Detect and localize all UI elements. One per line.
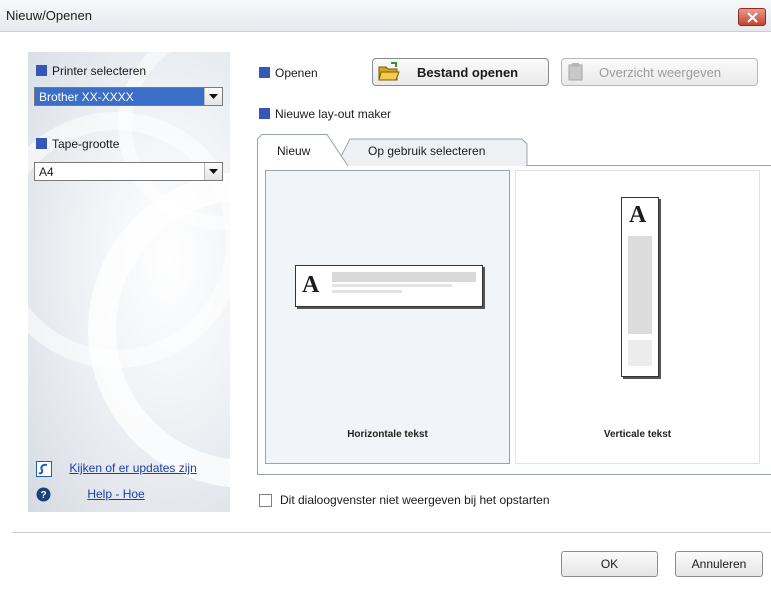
overview-icon [568, 63, 583, 81]
overview-button[interactable]: Overzicht weergeven [561, 58, 758, 86]
cancel-button[interactable]: Annuleren [675, 551, 763, 577]
tape-dropdown-button[interactable] [204, 163, 222, 180]
chevron-down-icon [209, 94, 218, 99]
section-marker [36, 138, 47, 150]
svg-text:?: ? [40, 490, 46, 501]
tab-by-use[interactable]: Op gebruik selecteren [336, 138, 528, 166]
section-marker [259, 67, 270, 79]
chevron-down-icon [209, 169, 218, 174]
help-link-row: ? Help - Hoe [36, 487, 145, 502]
left-panel [28, 52, 230, 512]
vertical-text-caption: Verticale tekst [603, 429, 672, 440]
section-marker [259, 108, 270, 120]
update-link-row: Kijken of er updates zijn [36, 461, 197, 477]
tab-new-label: Nieuw [277, 144, 311, 158]
tape-size-value: A4 [39, 165, 54, 179]
new-layout-label-row: Nieuwe lay-out maker [259, 106, 391, 121]
tab-by-use-label: Op gebruik selecteren [368, 144, 486, 158]
printer-select[interactable]: Brother XX-XXXX [34, 87, 223, 106]
tab-new[interactable]: Nieuw [257, 134, 349, 166]
close-button[interactable] [738, 8, 766, 26]
open-file-button[interactable]: Bestand openen [372, 58, 549, 86]
horizontal-label-preview: A [295, 265, 483, 307]
overview-label: Overzicht weergeven [599, 65, 722, 80]
open-label-row: Openen [259, 65, 318, 80]
help-icon: ? [36, 487, 51, 502]
section-marker [36, 65, 47, 77]
update-icon [36, 461, 52, 477]
new-layout-label: Nieuwe lay-out maker [275, 106, 392, 121]
ok-button[interactable]: OK [561, 551, 658, 577]
folder-open-icon [378, 62, 400, 81]
vertical-label-preview: A [621, 197, 659, 377]
tape-size-select[interactable]: A4 [34, 162, 223, 181]
update-link[interactable]: Kijken of er updates zijn [69, 461, 196, 475]
printer-label-row: Printer selecteren [36, 63, 146, 78]
printer-select-value: Brother XX-XXXX [35, 88, 204, 105]
horizontal-text-caption: Horizontale tekst [347, 429, 428, 440]
preview-letter: A [302, 272, 320, 298]
open-label: Openen [275, 65, 318, 80]
printer-label: Printer selecteren [52, 63, 147, 78]
startup-checkbox[interactable] [259, 494, 272, 507]
printer-dropdown-button[interactable] [204, 88, 222, 105]
title-bar: Nieuw/Openen [0, 0, 771, 32]
tape-label-row: Tape-grootte [36, 136, 119, 151]
divider-highlight [12, 533, 771, 534]
close-icon [747, 12, 758, 23]
vertical-text-option[interactable]: A Verticale tekst [515, 170, 760, 464]
window-title: Nieuw/Openen [6, 8, 92, 23]
preview-letter: A [629, 202, 647, 228]
tape-label: Tape-grootte [52, 136, 120, 151]
horizontal-text-option[interactable]: A Horizontale tekst [265, 170, 510, 464]
open-file-label: Bestand openen [417, 65, 519, 80]
help-link[interactable]: Help - Hoe [87, 487, 144, 501]
startup-checkbox-label: Dit dialoogvenster niet weergeven bij he… [280, 493, 550, 507]
